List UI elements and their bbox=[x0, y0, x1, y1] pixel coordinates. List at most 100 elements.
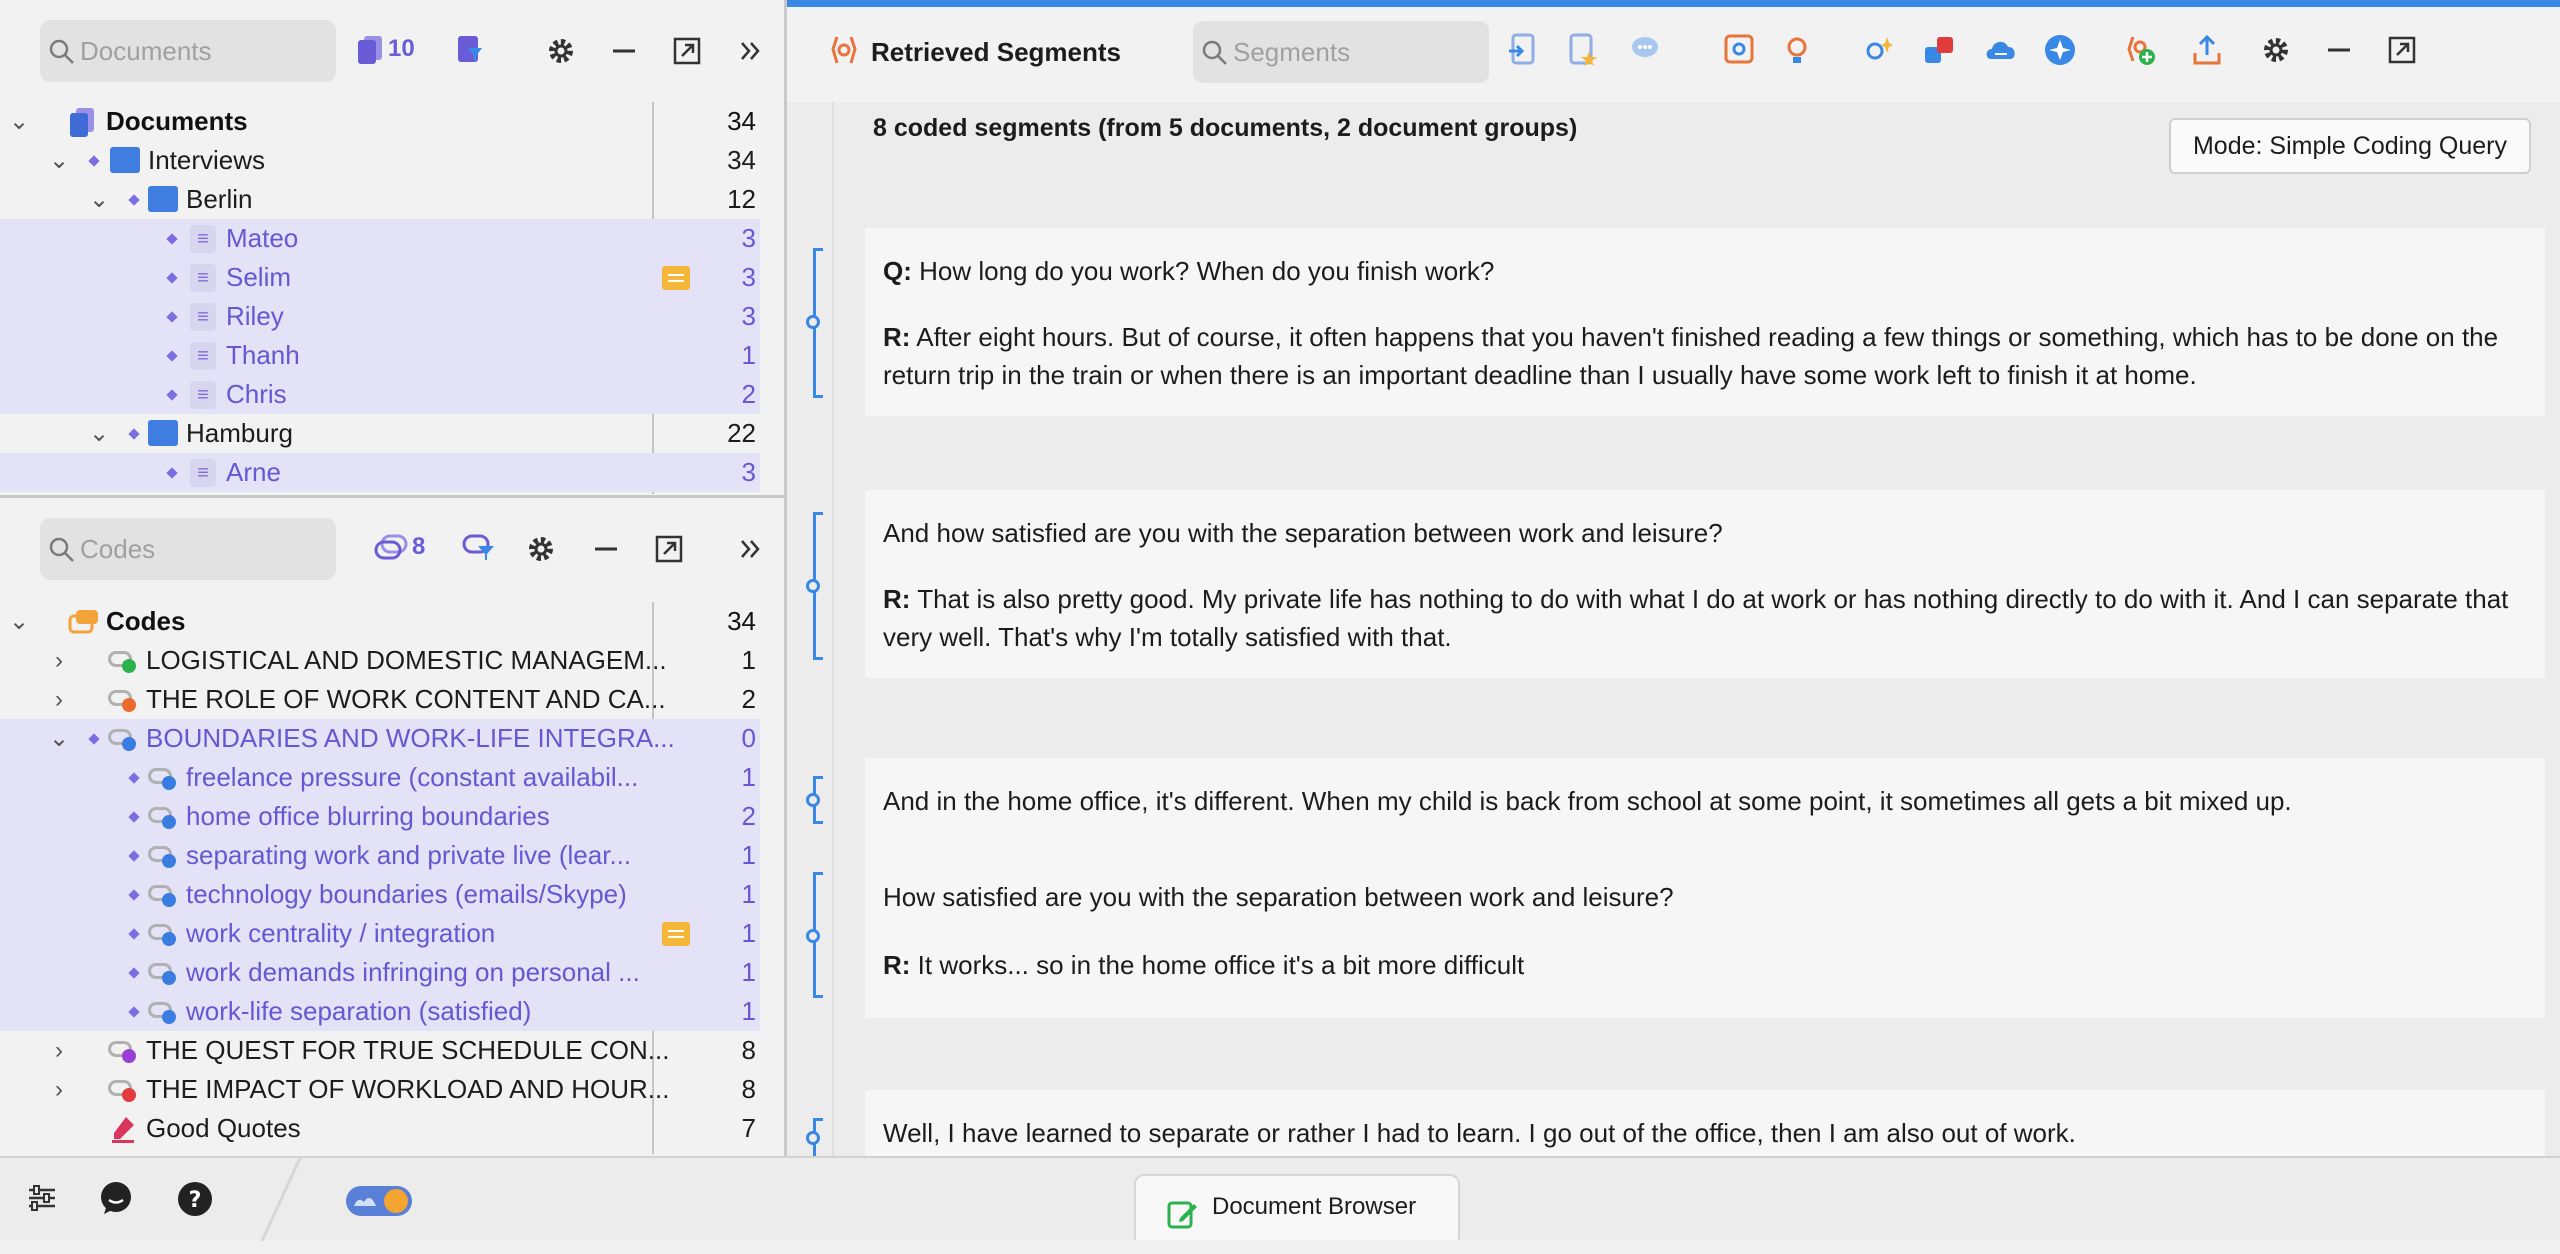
expand-panel-button[interactable] bbox=[736, 36, 764, 66]
undock-window-icon[interactable] bbox=[2387, 35, 2417, 70]
gear-icon[interactable] bbox=[2261, 35, 2291, 70]
overview-table-icon[interactable] bbox=[1723, 33, 1755, 72]
segment-knob[interactable] bbox=[806, 929, 820, 943]
tree-row-subcode[interactable]: freelance pressure (constant availabil..… bbox=[0, 758, 760, 797]
chevron-down-icon[interactable]: ⌄ bbox=[84, 180, 114, 219]
activation-dot[interactable] bbox=[166, 272, 178, 284]
code-filter-button[interactable] bbox=[462, 532, 496, 562]
add-code-icon[interactable] bbox=[2123, 33, 2157, 72]
activation-dot[interactable] bbox=[128, 811, 140, 823]
tree-row-subcode[interactable]: work demands infringing on personal ... … bbox=[0, 953, 760, 992]
activation-dot[interactable] bbox=[166, 467, 178, 479]
segment-bracket[interactable] bbox=[806, 776, 823, 824]
chat-bubble-icon[interactable] bbox=[98, 1180, 134, 1221]
expand-panel-button[interactable] bbox=[736, 534, 764, 564]
activated-codes-button[interactable]: 8 bbox=[374, 532, 425, 562]
activation-dot[interactable] bbox=[128, 928, 140, 940]
document-browser-tab[interactable]: Document Browser bbox=[1134, 1174, 1460, 1240]
minus-icon[interactable] bbox=[2325, 35, 2353, 70]
tree-row-code[interactable]: › THE QUEST FOR TRUE SCHEDULE CON... 8 bbox=[0, 1031, 760, 1070]
chevron-down-icon[interactable]: ⌄ bbox=[4, 102, 34, 141]
activation-dot[interactable] bbox=[128, 194, 140, 206]
activation-dot[interactable] bbox=[128, 428, 140, 440]
minimize-button[interactable] bbox=[592, 534, 620, 564]
mode-button[interactable]: Mode: Simple Coding Query bbox=[2169, 118, 2531, 174]
segment-knob[interactable] bbox=[806, 793, 820, 807]
tree-row-documents-root[interactable]: ⌄ Documents 34 bbox=[0, 102, 760, 141]
chevron-down-icon[interactable]: ⌄ bbox=[44, 141, 74, 180]
tree-row-document[interactable]: Arne 3 bbox=[0, 453, 760, 492]
tree-row-code[interactable]: ⌄ BOUNDARIES AND WORK-LIFE INTEGRA... 0 bbox=[0, 719, 760, 758]
code-matrix-icon[interactable] bbox=[1923, 33, 1955, 72]
segment-bracket[interactable] bbox=[806, 512, 823, 660]
tree-row-code[interactable]: Good Quotes 7 bbox=[0, 1109, 760, 1148]
export-icon[interactable] bbox=[2191, 33, 2223, 72]
sliders-icon[interactable] bbox=[26, 1182, 58, 1219]
chevron-down-icon[interactable]: ⌄ bbox=[84, 414, 114, 453]
activated-documents-button[interactable]: 10 bbox=[356, 34, 415, 64]
minimize-button[interactable] bbox=[610, 36, 638, 66]
tree-row-subcode[interactable]: work-life separation (satisfied) 1 bbox=[0, 992, 760, 1031]
tree-row-document[interactable]: Chris 2 bbox=[0, 375, 760, 414]
undock-button[interactable] bbox=[654, 534, 684, 564]
activation-dot[interactable] bbox=[128, 1006, 140, 1018]
segments-search-input[interactable]: Segments bbox=[1193, 21, 1489, 83]
segment-card[interactable]: And how satisfied are you with the separ… bbox=[865, 490, 2545, 678]
tree-row-document[interactable]: Riley 3 bbox=[0, 297, 760, 336]
tree-row-document[interactable]: Selim 3 bbox=[0, 258, 760, 297]
segment-knob[interactable] bbox=[806, 1131, 820, 1145]
documents-search-input[interactable]: Documents bbox=[40, 20, 336, 82]
segment-card[interactable]: Q: How long do you work? When do you fin… bbox=[865, 228, 2545, 416]
document-filter-button[interactable] bbox=[456, 34, 484, 64]
tree-row-document[interactable]: Mateo 3 bbox=[0, 219, 760, 258]
tree-row-berlin[interactable]: ⌄ Berlin 12 bbox=[0, 180, 760, 219]
activation-dot[interactable] bbox=[88, 733, 100, 745]
ai-assist-icon[interactable] bbox=[2043, 33, 2077, 72]
tree-row-subcode[interactable]: home office blurring boundaries 2 bbox=[0, 797, 760, 836]
tree-row-subcode[interactable]: technology boundaries (emails/Skype) 1 bbox=[0, 875, 760, 914]
activation-dot[interactable] bbox=[128, 889, 140, 901]
tree-row-interviews[interactable]: ⌄ Interviews 34 bbox=[0, 141, 760, 180]
codes-search-input[interactable]: Codes bbox=[40, 518, 336, 580]
activation-dot[interactable] bbox=[166, 389, 178, 401]
activation-dot[interactable] bbox=[88, 155, 100, 167]
tree-row-subcode[interactable]: separating work and private live (lear..… bbox=[0, 836, 760, 875]
help-icon[interactable]: ? bbox=[176, 1180, 214, 1223]
tree-row-code[interactable]: › THE IMPACT OF WORKLOAD AND HOUR... 8 bbox=[0, 1070, 760, 1109]
tree-row-hamburg[interactable]: ⌄ Hamburg 22 bbox=[0, 414, 760, 453]
segment-card[interactable]: And in the home office, it's different. … bbox=[865, 758, 2545, 1018]
chevron-right-icon[interactable]: › bbox=[44, 641, 74, 680]
segment-knob[interactable] bbox=[806, 315, 820, 329]
chevron-down-icon[interactable]: ⌄ bbox=[4, 602, 34, 641]
activation-dot[interactable] bbox=[166, 311, 178, 323]
settings-button[interactable] bbox=[546, 36, 576, 66]
tree-row-document[interactable]: Thanh 1 bbox=[0, 336, 760, 375]
activation-dot[interactable] bbox=[166, 350, 178, 362]
activation-dot[interactable] bbox=[128, 967, 140, 979]
tree-row-subcode[interactable]: work centrality / integration 1 bbox=[0, 914, 760, 953]
settings-button[interactable] bbox=[526, 534, 556, 564]
segment-bracket[interactable] bbox=[806, 1118, 823, 1156]
tree-row-code[interactable]: › LOGISTICAL AND DOMESTIC MANAGEM... 1 bbox=[0, 641, 760, 680]
undock-button[interactable] bbox=[672, 36, 702, 66]
mode-toggle-icon[interactable] bbox=[344, 1184, 414, 1223]
segment-bracket[interactable] bbox=[806, 248, 823, 398]
go-to-document-icon[interactable] bbox=[1507, 33, 1539, 72]
chevron-right-icon[interactable]: › bbox=[44, 1070, 74, 1109]
activation-dot[interactable] bbox=[128, 850, 140, 862]
smart-coding-icon[interactable] bbox=[1863, 33, 1895, 72]
cloud-icon[interactable] bbox=[1983, 33, 2019, 72]
segment-card[interactable]: Well, I have learned to separate or rath… bbox=[865, 1090, 2545, 1156]
segment-bracket[interactable] bbox=[806, 872, 823, 998]
activation-dot[interactable] bbox=[166, 233, 178, 245]
chevron-right-icon[interactable]: › bbox=[44, 680, 74, 719]
activation-dot[interactable] bbox=[128, 772, 140, 784]
comment-icon[interactable] bbox=[1629, 33, 1661, 72]
chevron-right-icon[interactable]: › bbox=[44, 1031, 74, 1070]
chevron-down-icon[interactable]: ⌄ bbox=[44, 719, 74, 758]
segment-knob[interactable] bbox=[806, 579, 820, 593]
tree-row-codes-root[interactable]: ⌄ Codes 34 bbox=[0, 602, 760, 641]
tree-row-code[interactable]: › THE ROLE OF WORK CONTENT AND CA... 2 bbox=[0, 680, 760, 719]
favorite-document-icon[interactable] bbox=[1567, 33, 1599, 72]
lightbulb-icon[interactable] bbox=[1781, 33, 1813, 72]
